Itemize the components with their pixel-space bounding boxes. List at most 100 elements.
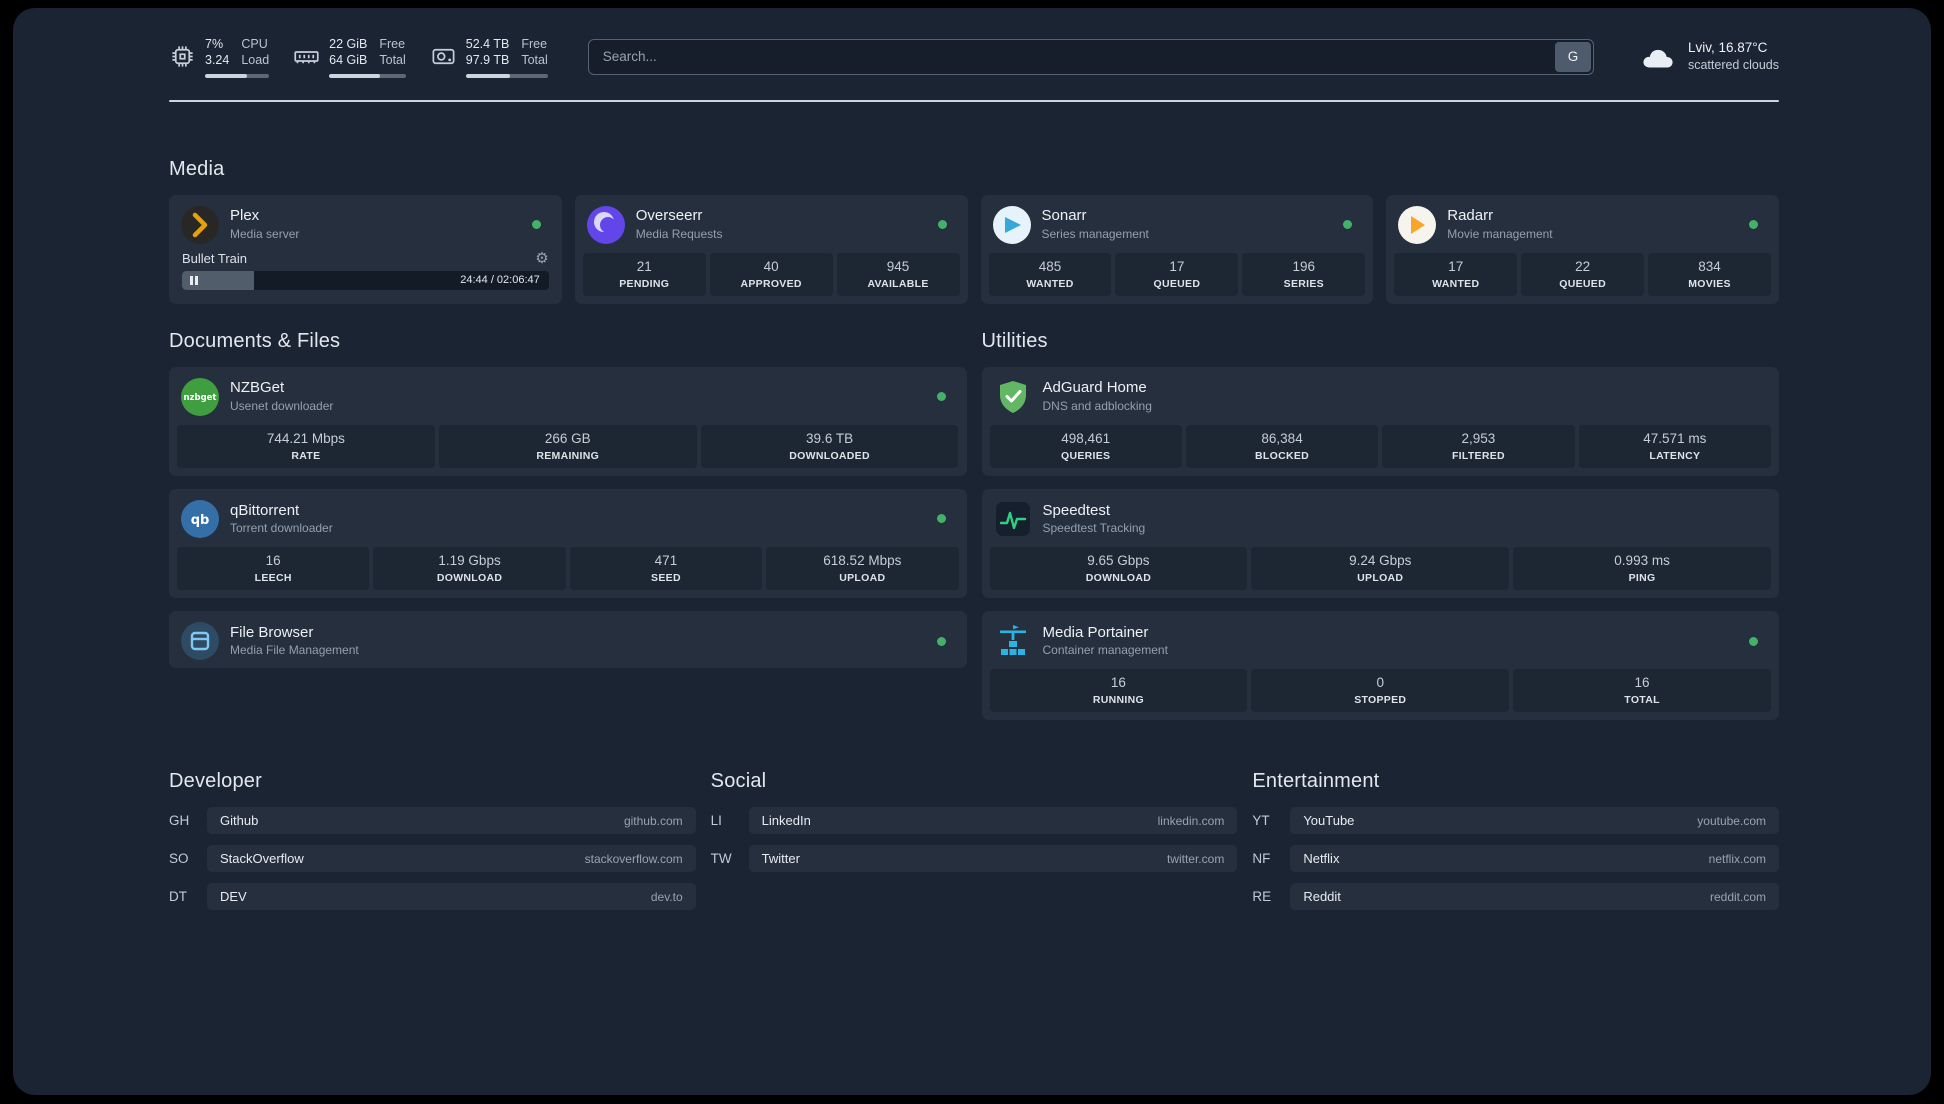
- disk-texts: 52.4 TB 97.9 TB Free Total: [466, 36, 548, 69]
- bookmark-name: Twitter: [761, 851, 800, 867]
- service-card-adguard[interactable]: AdGuard Home DNS and adblocking 498,461 …: [981, 366, 1779, 476]
- service-text: AdGuard Home DNS and adblocking: [1043, 379, 1152, 414]
- service-card-qbittorrent[interactable]: qb qBittorrent Torrent downloader 16 LEE…: [169, 488, 967, 599]
- stat-value: 21: [636, 258, 652, 274]
- service-desc: Speedtest Tracking: [1042, 521, 1146, 536]
- search-provider-button[interactable]: G: [1554, 41, 1591, 72]
- bookmark-url: twitter.com: [1166, 851, 1225, 866]
- bookmark-name: Github: [220, 813, 259, 829]
- stat-value: 1.19 Gbps: [438, 552, 501, 568]
- service-stats: 16 RUNNING 0 STOPPED 16 TOTAL: [989, 669, 1772, 713]
- stat-value: 16: [1110, 675, 1126, 691]
- stat-series: 196 SERIES: [1242, 252, 1366, 296]
- status-dot: [1749, 220, 1758, 229]
- bookmark-name: DEV: [220, 889, 247, 905]
- bookmark-dev: DT DEV dev.to: [169, 883, 696, 911]
- search-input[interactable]: [587, 38, 1594, 75]
- service-name: qBittorrent: [230, 501, 300, 519]
- stat-label: APPROVED: [740, 277, 802, 290]
- service-name: Speedtest: [1042, 501, 1111, 519]
- pause-icon[interactable]: [190, 275, 198, 285]
- stat-label: BLOCKED: [1255, 449, 1310, 462]
- bookmark-github: GH Github github.com: [169, 807, 696, 835]
- stat-value: 86,384: [1261, 430, 1303, 446]
- stat-label: QUERIES: [1061, 449, 1111, 462]
- overseerr-icon: [586, 205, 625, 244]
- bookmark-url: reddit.com: [1709, 889, 1766, 904]
- service-header: Overseerr Media Requests: [583, 203, 960, 244]
- stat-available: 945 AVAILABLE: [836, 252, 960, 296]
- stat-label: UPLOAD: [839, 572, 886, 585]
- bookmark-link[interactable]: Netflix netflix.com: [1290, 845, 1779, 873]
- playback-progress-bar[interactable]: 24:44 / 02:06:47: [182, 270, 549, 290]
- bookmark-group-entertainment: Entertainment YT YouTube youtube.com NF …: [1252, 770, 1779, 911]
- service-name: AdGuard Home: [1042, 379, 1147, 397]
- service-card-sonarr[interactable]: Sonarr Series management 485 WANTED 17 Q…: [980, 194, 1374, 304]
- service-card-plex[interactable]: Plex Media server Bullet Train ⚙ 24:44 /…: [169, 194, 562, 304]
- stat-approved: 40 APPROVED: [709, 252, 833, 296]
- memory-progress-fill: [329, 73, 380, 78]
- stat-label: PING: [1628, 572, 1656, 585]
- stat-running: 16 RUNNING: [989, 669, 1248, 713]
- cpu-progress-bar: [205, 73, 270, 78]
- service-header: nzbget NZBGet Usenet downloader: [177, 375, 959, 416]
- service-desc: Container management: [1042, 643, 1168, 658]
- stat-seed: 471 SEED: [569, 546, 763, 591]
- service-desc: Movie management: [1447, 226, 1553, 241]
- bookmark-link[interactable]: DEV dev.to: [207, 883, 696, 911]
- stat-label: RUNNING: [1092, 694, 1144, 707]
- stat-label: LATENCY: [1649, 449, 1701, 462]
- weather-condition: scattered clouds: [1687, 58, 1779, 73]
- service-header: AdGuard Home DNS and adblocking: [990, 375, 1772, 416]
- service-name: Overseerr: [635, 207, 703, 225]
- service-card-nzbget[interactable]: nzbget NZBGet Usenet downloader 744.21 M…: [169, 366, 967, 476]
- stat-downloaded: 39.6 TB DOWNLOADED: [700, 424, 959, 468]
- service-text: qBittorrent Torrent downloader: [230, 502, 333, 537]
- memory-values: 22 GiB 64 GiB: [329, 36, 367, 69]
- bookmark-link[interactable]: StackOverflow stackoverflow.com: [207, 845, 696, 873]
- bookmark-link[interactable]: Github github.com: [207, 807, 696, 835]
- service-name: Media Portainer: [1042, 623, 1149, 641]
- nzbget-icon: nzbget: [181, 377, 219, 416]
- service-card-filebrowser[interactable]: File Browser Media File Management: [169, 611, 967, 669]
- dashboard-content: 7% 3.24 CPU Load 22 GiB 64 GiB Free Tota…: [13, 36, 1931, 970]
- weather-widget: Lviv, 16.87°C scattered clouds: [1638, 39, 1779, 74]
- topbar-divider: [169, 99, 1779, 102]
- qbittorrent-icon: qb: [181, 499, 219, 538]
- status-dot: [936, 636, 946, 646]
- stat-remaining: 266 GB REMAINING: [438, 424, 697, 468]
- gear-icon[interactable]: ⚙: [535, 251, 548, 266]
- bookmark-name: StackOverflow: [220, 851, 304, 867]
- stat-queries: 498,461 QUERIES: [989, 424, 1182, 468]
- disk-total-value: 97.9 TB: [465, 53, 510, 68]
- disk-values: 52.4 TB 97.9 TB: [466, 36, 510, 69]
- bookmark-link[interactable]: YouTube youtube.com: [1290, 807, 1779, 835]
- service-stats: 485 WANTED 17 QUEUED 196 SERIES: [988, 252, 1366, 296]
- service-text: Sonarr Series management: [1042, 207, 1149, 242]
- service-card-portainer[interactable]: Media Portainer Container management 16 …: [981, 611, 1779, 721]
- service-text: NZBGet Usenet downloader: [230, 379, 333, 414]
- bookmark-link[interactable]: LinkedIn linkedin.com: [748, 807, 1238, 835]
- stat-value: 196: [1292, 258, 1316, 274]
- service-card-speedtest[interactable]: Speedtest Speedtest Tracking 9.65 Gbps D…: [981, 488, 1779, 599]
- service-card-radarr[interactable]: Radarr Movie management 17 WANTED 22 QUE…: [1386, 194, 1779, 304]
- bookmark-link[interactable]: Reddit reddit.com: [1290, 883, 1779, 911]
- bookmark-link[interactable]: Twitter twitter.com: [748, 845, 1238, 873]
- stat-queued: 17 QUEUED: [1115, 252, 1239, 296]
- service-header: Media Portainer Container management: [990, 619, 1772, 660]
- stat-value: 498,461: [1061, 430, 1111, 446]
- service-card-overseerr[interactable]: Overseerr Media Requests 21 PENDING 40 A…: [574, 194, 968, 304]
- stat-label: QUEUED: [1559, 277, 1606, 290]
- bookmark-stackoverflow: SO StackOverflow stackoverflow.com: [169, 845, 696, 873]
- service-name: File Browser: [230, 623, 314, 641]
- bookmark-items: YT YouTube youtube.com NF Netflix netfli…: [1252, 807, 1779, 911]
- svg-text:nzbget: nzbget: [184, 393, 217, 403]
- service-text: Overseerr Media Requests: [636, 207, 723, 242]
- bookmark-group-title: Social: [710, 770, 767, 793]
- stat-label: WANTED: [1026, 277, 1074, 290]
- service-desc: Series management: [1041, 226, 1149, 241]
- stat-label: UPLOAD: [1357, 572, 1404, 585]
- bookmark-abbr: RE: [1252, 889, 1272, 905]
- bookmark-abbr: TW: [710, 851, 732, 867]
- section-utilities: Utilities AdGuard Home DNS and adblockin…: [981, 330, 1779, 721]
